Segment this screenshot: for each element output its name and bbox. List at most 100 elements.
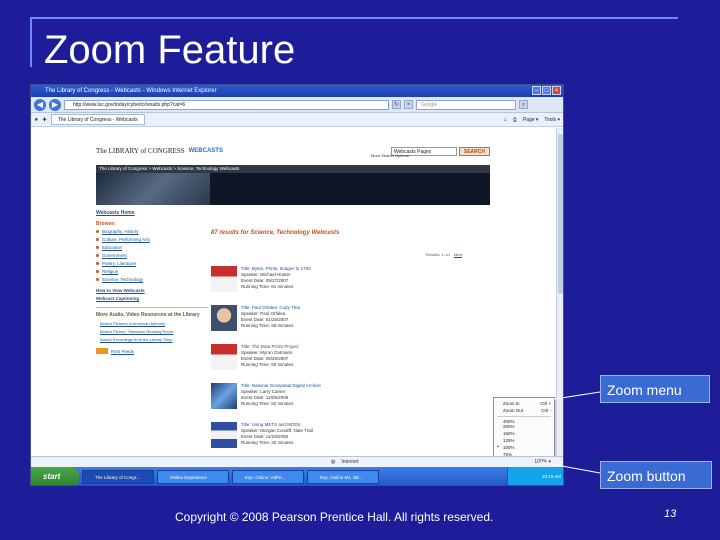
scrollbar-thumb[interactable]	[558, 134, 563, 294]
close-icon[interactable]: ×	[552, 86, 561, 95]
breadcrumb: The Library of Congress > Webcasts > Sci…	[96, 165, 490, 173]
webcast-thumbnail[interactable]	[211, 344, 237, 370]
how-to-view-link[interactable]: How to View Webcasts	[96, 288, 208, 293]
zoom-menu-callout: Zoom menu	[600, 375, 710, 403]
slide-title: Zoom Feature	[44, 28, 296, 72]
browser-tab[interactable]: The Library of Congress - Webcasts	[50, 114, 145, 125]
favorites-row: ★ ✚ The Library of Congress - Webcasts ⌂…	[31, 113, 563, 127]
sidebar-item-poetry[interactable]: Poetry, Literature	[96, 261, 208, 266]
webcast-thumbnail[interactable]	[211, 422, 237, 448]
address-bar[interactable]: http://www.loc.gov/today/cyberlc/results…	[64, 99, 389, 110]
site-search-button[interactable]: SEARCH	[458, 146, 490, 156]
webcasts-home-link[interactable]: Webcasts Home	[96, 210, 208, 216]
sidebar-item-culture[interactable]: Culture, Performing Arts	[96, 237, 208, 242]
command-bar: ⌂ ⎙ Page ▾ Tools ▾	[504, 117, 560, 123]
zoom-in-item[interactable]: Zoom In Ctrl +	[497, 400, 551, 407]
start-button[interactable]: start	[31, 467, 79, 485]
zoom-level-item-selected[interactable]: 100%	[497, 444, 551, 451]
vertical-scrollbar[interactable]	[556, 128, 563, 456]
result-time: Running Time: 52 minutes	[241, 401, 294, 406]
pager-range: Results: 1-10	[426, 252, 450, 257]
page-number: 13	[664, 508, 677, 520]
system-tray-clock: 10:19 AM	[507, 467, 563, 485]
zoom-level-item[interactable]: 150%	[497, 430, 551, 437]
result-time: Running Time: 58 minutes	[241, 323, 294, 328]
more-search-options-link[interactable]: More Search Options	[371, 153, 409, 158]
taskbar-item[interactable]: Exp. Online Ms. SE...	[307, 470, 379, 484]
list-item: Title: Using METS and MODS Speaker: Morg…	[211, 422, 451, 452]
list-item: Title: The Data PASS Project Speaker: My…	[211, 344, 451, 374]
rss-label: RSS Feeds	[111, 348, 135, 354]
zoom-level-item[interactable]: 125%	[497, 437, 551, 444]
webcast-thumbnail[interactable]	[211, 305, 237, 331]
sidebar-item-biography[interactable]: Biography, History	[96, 229, 208, 234]
webcast-thumbnail[interactable]	[211, 266, 237, 292]
favorites-star-icon[interactable]: ★	[34, 117, 38, 123]
hero-text	[210, 173, 490, 205]
maximize-icon[interactable]: □	[542, 86, 551, 95]
window-title: The Library of Congress - Webcasts - Win…	[45, 88, 217, 94]
status-zone: Internet	[341, 459, 359, 465]
captioning-link[interactable]: Webcast Captioning	[96, 296, 208, 301]
hero-banner	[96, 173, 490, 205]
resources-title: More Audio, Video Resources at the Libra…	[96, 312, 200, 318]
sidebar-item-government[interactable]: Government	[96, 253, 208, 258]
rss-feeds-link[interactable]: RSS Feeds	[96, 348, 208, 354]
window-title-bar: The Library of Congress - Webcasts - Win…	[31, 85, 563, 97]
resource-link[interactable]: Sound Recordings from the Library Shop	[96, 337, 208, 342]
sidebar: Webcasts Home Browse: Biography, History…	[96, 210, 208, 460]
list-item: Title: Bytes, Prints, Images to 1700 Spe…	[211, 266, 451, 296]
slide-frame-top	[30, 17, 678, 19]
refresh-button[interactable]: ↻	[392, 100, 401, 109]
zoom-level-item[interactable]: 400%	[497, 416, 551, 424]
browse-heading: Browse:	[96, 221, 116, 227]
back-button[interactable]: ◀	[34, 98, 46, 111]
sidebar-item-education[interactable]: Education	[96, 245, 208, 250]
slide-frame-left	[30, 17, 32, 67]
webcasts-label[interactable]: WEBCASTS	[189, 148, 223, 154]
globe-icon: ◍	[331, 459, 336, 465]
rss-icon	[96, 348, 108, 354]
resource-link[interactable]: Motion Pictures in American Memory	[96, 321, 208, 326]
webcast-thumbnail[interactable]	[211, 383, 237, 409]
zoom-button-callout: Zoom button	[600, 461, 712, 489]
home-icon[interactable]: ⌂	[504, 117, 507, 123]
sidebar-item-science[interactable]: Science, Technology	[96, 277, 208, 282]
tools-menu[interactable]: Tools ▾	[544, 117, 560, 123]
web-page: The LIBRARY of CONGRESS WEBCASTS Webcast…	[31, 128, 561, 485]
address-row: ◀ ▶ http://www.loc.gov/today/cyberlc/res…	[31, 97, 563, 113]
sidebar-item-religion[interactable]: Religion	[96, 269, 208, 274]
hero-image	[96, 173, 210, 205]
zoom-button[interactable]: 100% ▾	[534, 459, 551, 465]
minimize-icon[interactable]: –	[532, 86, 541, 95]
results-title: 87 results for Science, Technology Webca…	[211, 230, 340, 236]
browser-screenshot: The Library of Congress - Webcasts - Win…	[30, 84, 564, 486]
search-input[interactable]: Google	[416, 99, 516, 110]
page-menu[interactable]: Page ▾	[523, 117, 539, 123]
resource-link[interactable]: Motion Picture, Television Reading Room	[96, 329, 208, 334]
copyright-footer: Copyright © 2008 Pearson Prentice Hall. …	[175, 510, 494, 524]
result-time: Running Time: 61 minutes	[241, 284, 294, 289]
search-icon[interactable]: ⌕	[519, 100, 528, 109]
taskbar: start The Library of Congr... Online Exp…	[31, 467, 563, 485]
pager-next-link[interactable]: Next	[454, 252, 462, 257]
slide: Zoom Feature The Library of Congress - W…	[0, 0, 720, 540]
taskbar-item[interactable]: Exp. Online: AdPe...	[232, 470, 304, 484]
zoom-level-item[interactable]: 200%	[497, 423, 551, 430]
loc-logo[interactable]: The LIBRARY of CONGRESS	[96, 147, 185, 155]
forward-button[interactable]: ▶	[49, 98, 61, 111]
print-icon[interactable]: ⎙	[513, 117, 517, 123]
resources-box: More Audio, Video Resources at the Libra…	[96, 307, 208, 342]
taskbar-item[interactable]: The Library of Congr...	[82, 470, 154, 484]
list-item: Title: National Geospatial Digital Archi…	[211, 383, 451, 413]
loc-header: The LIBRARY of CONGRESS WEBCASTS Webcast…	[96, 140, 490, 162]
list-item: Title: Paul Orfalea: Copy That Speaker: …	[211, 305, 451, 335]
result-time: Running Time: 32 minutes	[241, 440, 294, 445]
status-bar: ◍ Internet 100% ▾	[31, 456, 563, 467]
taskbar-item[interactable]: Online Experience	[157, 470, 229, 484]
results-pager: Results: 1-10 Next	[426, 252, 462, 257]
stop-button[interactable]: ×	[404, 100, 413, 109]
zoom-out-item[interactable]: Zoom Out Ctrl -	[497, 407, 551, 414]
result-time: Running Time: 60 minutes	[241, 362, 294, 367]
add-favorites-icon[interactable]: ✚	[42, 117, 46, 123]
